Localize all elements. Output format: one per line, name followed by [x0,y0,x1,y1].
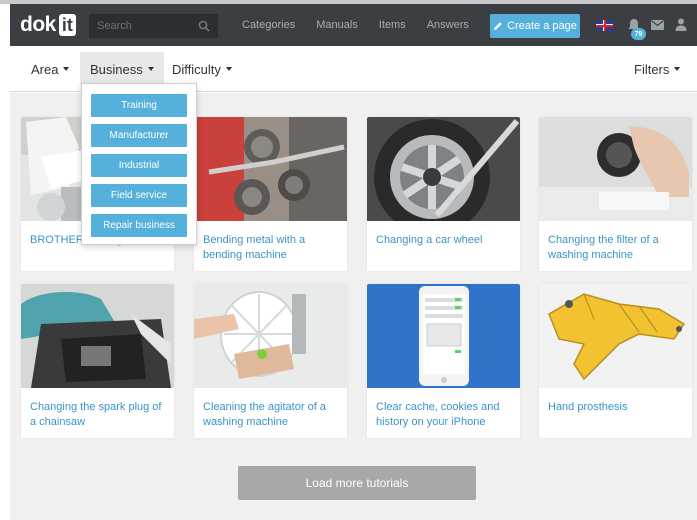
caret-down-icon [225,67,232,71]
filters-toggle[interactable]: Filters [624,52,690,86]
caret-down-icon [63,67,70,71]
create-page-button[interactable]: Create a page [490,14,580,38]
hand-prosthesis-image [539,284,692,388]
tutorial-title[interactable]: Bending metal with a bending machine [203,233,343,263]
bending-machine-image [194,117,347,221]
iphone-image [367,284,520,388]
dropdown-option-repair-business[interactable]: Repair business [91,214,187,237]
uk-flag-icon[interactable] [596,20,613,31]
car-wheel-image [367,117,520,221]
tutorial-title[interactable]: Changing the spark plug of a chainsaw [30,400,170,430]
nav-link-items[interactable]: Items [379,19,406,31]
create-page-label: Create a page [507,20,577,32]
dropdown-option-industrial[interactable]: Industrial [91,154,187,177]
tutorial-title[interactable]: Cleaning the agitator of a washing machi… [203,400,343,430]
tutorial-title[interactable]: Clear cache, cookies and history on your… [376,400,516,430]
nav-link-categories[interactable]: Categories [242,19,295,31]
dropdown-option-training[interactable]: Training [91,94,187,117]
washing-agitator-image [194,284,347,388]
tutorial-title[interactable]: Hand prosthesis [548,400,688,415]
caret-down-icon [674,67,681,71]
search-icon[interactable] [198,20,210,32]
filter-business-label: Business [90,61,143,77]
nav-link-manuals[interactable]: Manuals [316,19,358,31]
logo-text-dok: dok [20,13,56,36]
dropdown-option-manufacturer[interactable]: Manufacturer [91,124,187,147]
user-icon[interactable] [675,18,687,31]
filter-area[interactable]: Area [21,52,79,86]
notification-count-badge: 79 [631,28,646,40]
nav-link-answers[interactable]: Answers [427,19,469,31]
chainsaw-image [21,284,174,388]
search-box [89,14,218,38]
search-input[interactable] [90,15,190,37]
pencil-icon [494,22,502,30]
tutorial-card[interactable]: Changing a car wheel [367,117,520,271]
tutorial-card[interactable]: Hand prosthesis [539,284,692,438]
load-more-button[interactable]: Load more tutorials [238,466,476,500]
dropdown-option-field-service[interactable]: Field service [91,184,187,207]
tutorial-title[interactable]: Changing the filter of a washing machine [548,233,688,263]
dokit-logo[interactable]: dok it [20,13,76,37]
washing-machine-filter-image [539,117,692,221]
tutorial-card[interactable]: Clear cache, cookies and history on your… [367,284,520,438]
filter-business[interactable]: Business [80,52,164,86]
caret-down-icon [147,67,154,71]
top-navbar: dok it Categories Manuals Items Answers … [10,4,697,46]
filter-difficulty-label: Difficulty [172,61,221,77]
business-dropdown-menu: Training Manufacturer Industrial Field s… [81,83,197,245]
filters-toggle-label: Filters [634,61,670,77]
tutorial-title[interactable]: Changing a car wheel [376,233,516,248]
tutorial-card[interactable]: Cleaning the agitator of a washing machi… [194,284,347,438]
tutorial-card[interactable]: Changing the filter of a washing machine [539,117,692,271]
mail-icon[interactable] [651,20,664,30]
logo-text-it: it [58,14,76,36]
filter-difficulty[interactable]: Difficulty [162,52,242,86]
tutorial-card[interactable]: Changing the spark plug of a chainsaw [21,284,174,438]
filter-area-label: Area [31,61,59,77]
tutorial-card[interactable]: Bending metal with a bending machine [194,117,347,271]
main-nav: Categories Manuals Items Answers [242,4,490,46]
